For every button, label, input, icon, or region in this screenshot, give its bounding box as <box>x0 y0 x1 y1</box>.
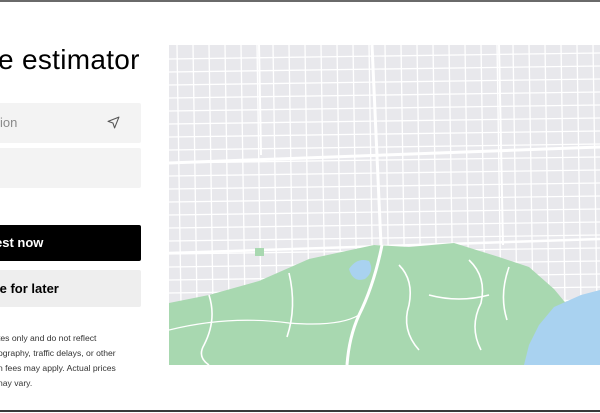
route-map[interactable] <box>169 45 600 365</box>
price-disclaimer: tes only and do not reflect ography, tra… <box>0 331 143 391</box>
map-canvas[interactable] <box>169 45 600 365</box>
schedule-for-later-label: le for later <box>0 281 59 296</box>
request-now-label: est now <box>0 235 44 250</box>
top-divider <box>0 0 600 2</box>
park-patch <box>255 248 264 256</box>
disclaimer-line: nay vary. <box>0 378 33 388</box>
page-title: e estimator <box>0 44 140 75</box>
disclaimer-line: tes only and do not reflect <box>0 333 97 343</box>
pickup-location-placeholder: ion <box>0 115 18 130</box>
schedule-for-later-button[interactable]: le for later <box>0 270 141 307</box>
navigation-arrow-icon[interactable] <box>107 116 120 129</box>
pickup-location-input[interactable]: ion <box>0 103 141 143</box>
destination-input[interactable] <box>0 148 141 188</box>
bottom-divider <box>0 410 600 412</box>
request-now-button[interactable]: est now <box>0 225 141 261</box>
disclaimer-line: ography, traffic delays, or other <box>0 348 116 358</box>
disclaimer-line: n fees may apply. Actual prices <box>0 363 116 373</box>
